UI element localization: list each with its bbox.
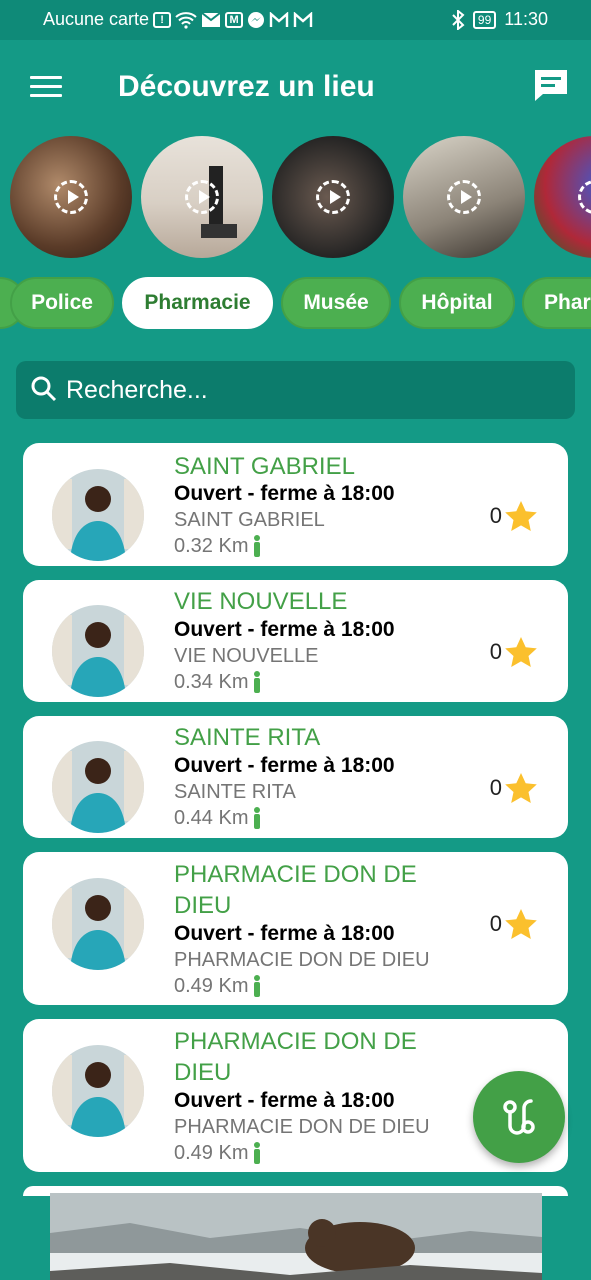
pharmacist-avatar	[52, 605, 144, 697]
page-title: Découvrez un lieu	[118, 70, 375, 103]
place-distance: 0.49 Km	[174, 974, 249, 997]
place-distance: 0.32 Km	[174, 534, 249, 557]
place-address: SAINT GABRIEL	[174, 509, 325, 531]
stories-strip[interactable]	[0, 136, 591, 258]
clock: 11:30	[504, 9, 548, 29]
opening-hours: Ouvert - ferme à 18:00	[174, 1089, 395, 1112]
chip-musee[interactable]: Musée	[281, 277, 391, 329]
opening-hours: Ouvert - ferme à 18:00	[174, 482, 395, 505]
story-thumbnail[interactable]	[10, 136, 132, 258]
gmail-icon-2	[293, 11, 313, 27]
walking-icon	[254, 535, 261, 557]
rating-value: 0	[489, 503, 502, 528]
place-distance: 0.34 Km	[174, 670, 249, 693]
play-icon	[316, 180, 350, 214]
place-address: PHARMACIE DON DE DIEU	[174, 949, 430, 971]
story-thumbnail[interactable]	[272, 136, 394, 258]
place-name: SAINTE RITA	[174, 724, 321, 751]
chip-pharmacie[interactable]: Pharmacie	[122, 277, 273, 329]
story-thumbnail[interactable]	[141, 136, 263, 258]
chip-next[interactable]: Phar	[522, 277, 591, 329]
place-name: PHARMACIE DON DE DIEU	[174, 1028, 417, 1086]
rating-value: 0	[489, 775, 502, 800]
rating-value: 0	[489, 639, 502, 664]
chip-police[interactable]: Police	[10, 277, 114, 329]
star-icon	[505, 773, 537, 803]
pharmacist-avatar	[52, 1045, 144, 1137]
route-icon	[503, 1099, 535, 1135]
search-input[interactable]: Recherche...	[16, 361, 575, 419]
chip-hopital[interactable]: Hôpital	[399, 277, 515, 329]
place-name: PHARMACIE DON DE DIEU	[174, 861, 417, 919]
place-card[interactable]: PHARMACIE DON DE DIEU Ouvert - ferme à 1…	[23, 852, 568, 1005]
wifi-icon	[175, 11, 197, 29]
ad-banner[interactable]	[50, 1193, 542, 1280]
rating-value: 0	[489, 911, 502, 936]
walking-icon	[254, 807, 261, 829]
carrier-text: Aucune carte	[43, 9, 150, 29]
place-address: VIE NOUVELLE	[174, 645, 319, 667]
opening-hours: Ouvert - ferme à 18:00	[174, 922, 395, 945]
star-icon	[505, 909, 537, 939]
story-thumbnail[interactable]	[534, 136, 591, 258]
place-card[interactable]: VIE NOUVELLE Ouvert - ferme à 18:00 VIE …	[23, 580, 568, 702]
star-icon	[505, 637, 537, 667]
place-address: SAINTE RITA	[174, 781, 296, 803]
place-address: PHARMACIE DON DE DIEU	[174, 1116, 430, 1138]
star-icon	[505, 501, 537, 531]
play-icon	[185, 180, 219, 214]
menu-icon[interactable]	[30, 76, 62, 98]
search-icon	[31, 376, 57, 402]
opening-hours: Ouvert - ferme à 18:00	[174, 754, 395, 777]
story-thumbnail[interactable]	[403, 136, 525, 258]
opening-hours: Ouvert - ferme à 18:00	[174, 618, 395, 641]
place-card[interactable]: SAINTE RITA Ouvert - ferme à 18:00 SAINT…	[23, 716, 568, 838]
play-icon	[447, 180, 481, 214]
play-icon	[54, 180, 88, 214]
play-icon	[578, 180, 591, 214]
walking-icon	[254, 1142, 261, 1164]
app-notification-icon: M	[225, 11, 244, 28]
place-distance: 0.44 Km	[174, 806, 249, 829]
category-chips: Police Pharmacie Musée Hôpital Phar	[0, 277, 591, 331]
gmail-icon	[269, 11, 289, 27]
place-name: VIE NOUVELLE	[174, 588, 348, 615]
place-name: SAINT GABRIEL	[174, 453, 355, 480]
walking-icon	[254, 671, 261, 693]
ad-image	[50, 1193, 542, 1280]
pharmacist-avatar	[52, 741, 144, 833]
chat-icon[interactable]	[533, 68, 569, 102]
status-bar: Aucune carte ! M 99 11:30	[0, 0, 591, 40]
pharmacist-avatar	[52, 878, 144, 970]
place-card[interactable]: SAINT GABRIEL Ouvert - ferme à 18:00 SAI…	[23, 443, 568, 566]
messenger-icon	[248, 11, 265, 28]
walking-icon	[254, 975, 261, 997]
pharmacist-avatar	[52, 469, 144, 561]
bluetooth-icon	[452, 9, 465, 30]
search-placeholder: Recherche...	[66, 376, 208, 404]
place-distance: 0.49 Km	[174, 1141, 249, 1164]
battery-indicator: 99	[472, 10, 497, 29]
route-fab-button[interactable]	[473, 1071, 565, 1163]
app-bar: Découvrez un lieu	[0, 40, 591, 136]
mail-icon	[201, 11, 221, 27]
sim-alert-icon: !	[153, 11, 172, 28]
